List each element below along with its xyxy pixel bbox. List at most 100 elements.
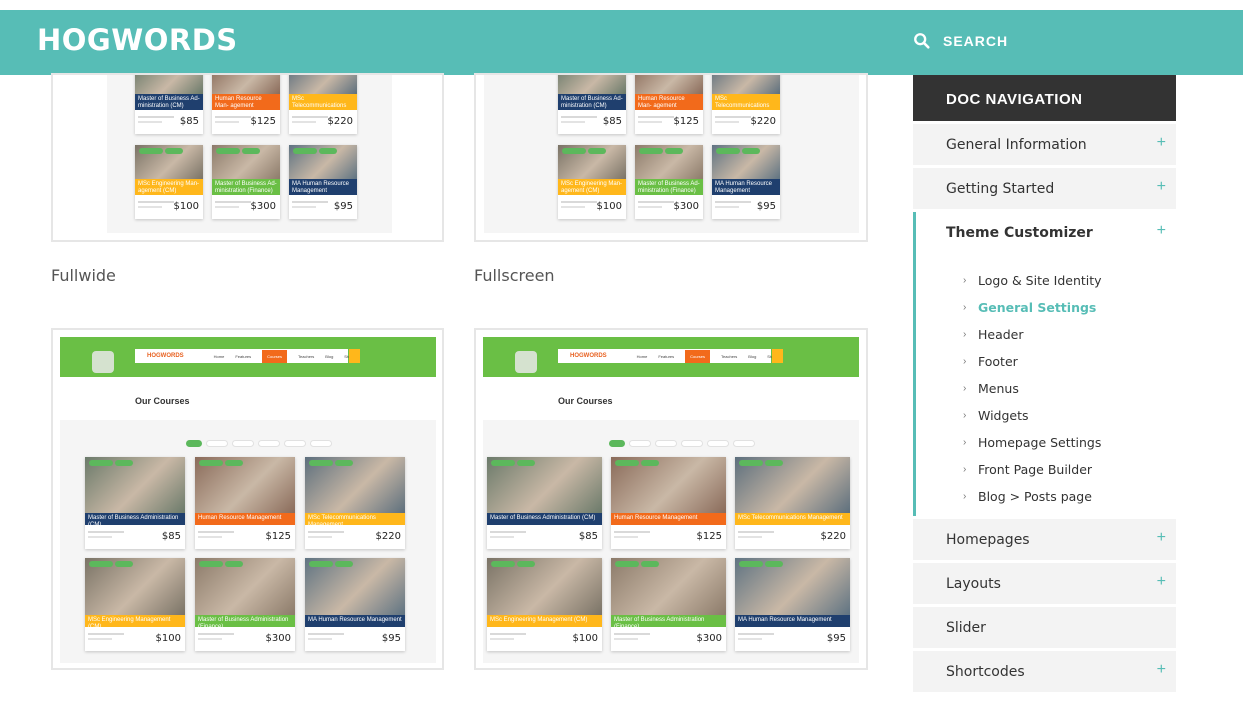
course-price: $220	[327, 116, 353, 127]
sub-general-settings[interactable]: › General Settings	[916, 297, 1176, 324]
course-caption: MSc Engineering Management (CM)	[85, 615, 185, 627]
sub-header[interactable]: › Header	[916, 324, 1176, 351]
nav-homepages[interactable]: Homepages +	[913, 519, 1176, 560]
nav-getting-started[interactable]: Getting Started +	[913, 168, 1176, 209]
course-tag	[739, 561, 763, 567]
sub-label: Menus	[978, 381, 1019, 396]
preview-section-title: Our Courses	[558, 396, 613, 406]
preview-header: HOGWORDSHomeFeaturesCoursesTeachersBlogS…	[60, 337, 436, 377]
course-meta	[715, 116, 751, 118]
course-meta	[138, 206, 162, 208]
course-caption: MA Human Resource Management	[289, 179, 357, 195]
search-button[interactable]: SEARCH	[913, 32, 1008, 50]
course-meta	[715, 201, 751, 203]
label-fullscreen: Fullscreen	[474, 266, 555, 285]
nav-slider[interactable]: Slider	[913, 607, 1176, 648]
course-price: $95	[756, 201, 776, 212]
preview-nav-item: Home	[213, 353, 225, 359]
thumbnail-fullwide[interactable]: HOGWORDSHomeFeaturesCoursesTeachersBlogS…	[51, 328, 444, 670]
courses-grid-preview: Master of Business Ad- ministration (CM)…	[484, 73, 859, 233]
course-meta	[292, 206, 316, 208]
course-photo	[212, 75, 280, 94]
sub-logo-site-identity[interactable]: › Logo & Site Identity	[916, 270, 1176, 297]
sub-front-page-builder[interactable]: › Front Page Builder	[916, 459, 1176, 486]
expand-plus-icon[interactable]: +	[1157, 529, 1166, 547]
expand-plus-icon[interactable]: +	[1157, 573, 1166, 591]
course-caption: MA Human Resource Management	[305, 615, 405, 627]
preview-logo: HOGWORDS	[147, 353, 184, 359]
course-tag	[716, 73, 740, 74]
chevron-right-icon: ›	[963, 491, 967, 502]
chevron-right-icon: ›	[963, 329, 967, 340]
course-meta	[561, 121, 585, 123]
course-meta	[308, 536, 332, 538]
course-price: $85	[578, 531, 598, 542]
nav-general-information[interactable]: General Information +	[913, 124, 1176, 165]
nav-theme-customizer[interactable]: Theme Customizer +	[913, 212, 1176, 253]
nav-label: General Information	[946, 137, 1087, 153]
sub-homepage-settings[interactable]: › Homepage Settings	[916, 432, 1176, 459]
course-price: $220	[750, 116, 776, 127]
course-meta	[198, 536, 222, 538]
course-tag	[165, 148, 183, 154]
course-price: $100	[596, 201, 622, 212]
sub-blog-posts-page[interactable]: › Blog > Posts page	[916, 486, 1176, 513]
course-meta	[308, 633, 344, 635]
expand-plus-icon[interactable]: +	[1157, 661, 1166, 679]
filter-pill	[681, 440, 703, 447]
site-logo[interactable]: HOGWORDS	[37, 23, 238, 57]
course-card: Master of Business Ad- ministration (Fin…	[635, 145, 703, 219]
course-price: $125	[696, 531, 722, 542]
filter-pill	[186, 440, 202, 447]
course-card: Master of Business Ad- ministration (Fin…	[212, 145, 280, 219]
sub-footer[interactable]: › Footer	[916, 351, 1176, 378]
courses-grid-preview: Master of Business Administration (CM) $8…	[483, 420, 859, 663]
course-meta	[490, 638, 514, 640]
course-card: Human Resource Man- agement $125	[635, 75, 703, 134]
course-meta	[215, 206, 239, 208]
course-caption: MSc Engineering Man- agement (CM)	[135, 179, 203, 195]
course-tag	[335, 460, 353, 466]
course-photo	[289, 75, 357, 94]
course-tag	[309, 561, 333, 567]
course-tag	[139, 73, 163, 74]
course-caption: Human Resource Management	[195, 513, 295, 525]
course-card: Human Resource Man- agement $125	[212, 75, 280, 134]
expand-plus-icon[interactable]: +	[1157, 178, 1166, 196]
thumbnail-fullscreen[interactable]: HOGWORDSHomeFeaturesCoursesTeachersBlogS…	[474, 328, 868, 670]
course-meta	[614, 638, 638, 640]
course-tag	[491, 561, 515, 567]
expand-plus-icon[interactable]: +	[1157, 222, 1166, 240]
preview-nav: HOGWORDSHomeFeaturesCoursesTeachersBlogS…	[558, 349, 777, 363]
course-tag	[765, 561, 783, 567]
course-price: $95	[826, 633, 846, 644]
course-tag	[309, 460, 333, 466]
thumbnail-fullwide-preview-top[interactable]: Master of Business Ad- ministration (CM)…	[51, 73, 444, 242]
course-photo	[635, 75, 703, 94]
course-meta	[561, 116, 597, 118]
sub-menus[interactable]: › Menus	[916, 378, 1176, 405]
course-card: MSc Telecommunications Management $220	[712, 73, 780, 134]
nav-layouts[interactable]: Layouts +	[913, 563, 1176, 604]
course-meta	[638, 121, 662, 123]
course-tag	[665, 148, 683, 154]
course-price: $125	[673, 116, 699, 127]
nav-label: Theme Customizer	[946, 225, 1093, 241]
chevron-right-icon: ›	[963, 275, 967, 286]
course-tag	[242, 148, 260, 154]
nav-shortcodes[interactable]: Shortcodes +	[913, 651, 1176, 692]
preview-section-title: Our Courses	[135, 396, 190, 406]
course-caption: MSc Telecommunications Management	[305, 513, 405, 525]
filter-pill	[310, 440, 332, 447]
course-meta	[308, 638, 332, 640]
filter-pill	[284, 440, 306, 447]
expand-plus-icon[interactable]: +	[1157, 134, 1166, 152]
thumbnail-fullscreen-preview-top[interactable]: Master of Business Ad- ministration (CM)…	[474, 73, 868, 242]
top-header: HOGWORDS SEARCH	[0, 10, 1243, 75]
sub-label: Front Page Builder	[978, 462, 1093, 477]
nav-label: Layouts	[946, 576, 1001, 592]
sub-widgets[interactable]: › Widgets	[916, 405, 1176, 432]
filter-pill	[258, 440, 280, 447]
course-tag	[115, 460, 133, 466]
course-caption: MSc Engineering Management (CM)	[487, 615, 602, 627]
